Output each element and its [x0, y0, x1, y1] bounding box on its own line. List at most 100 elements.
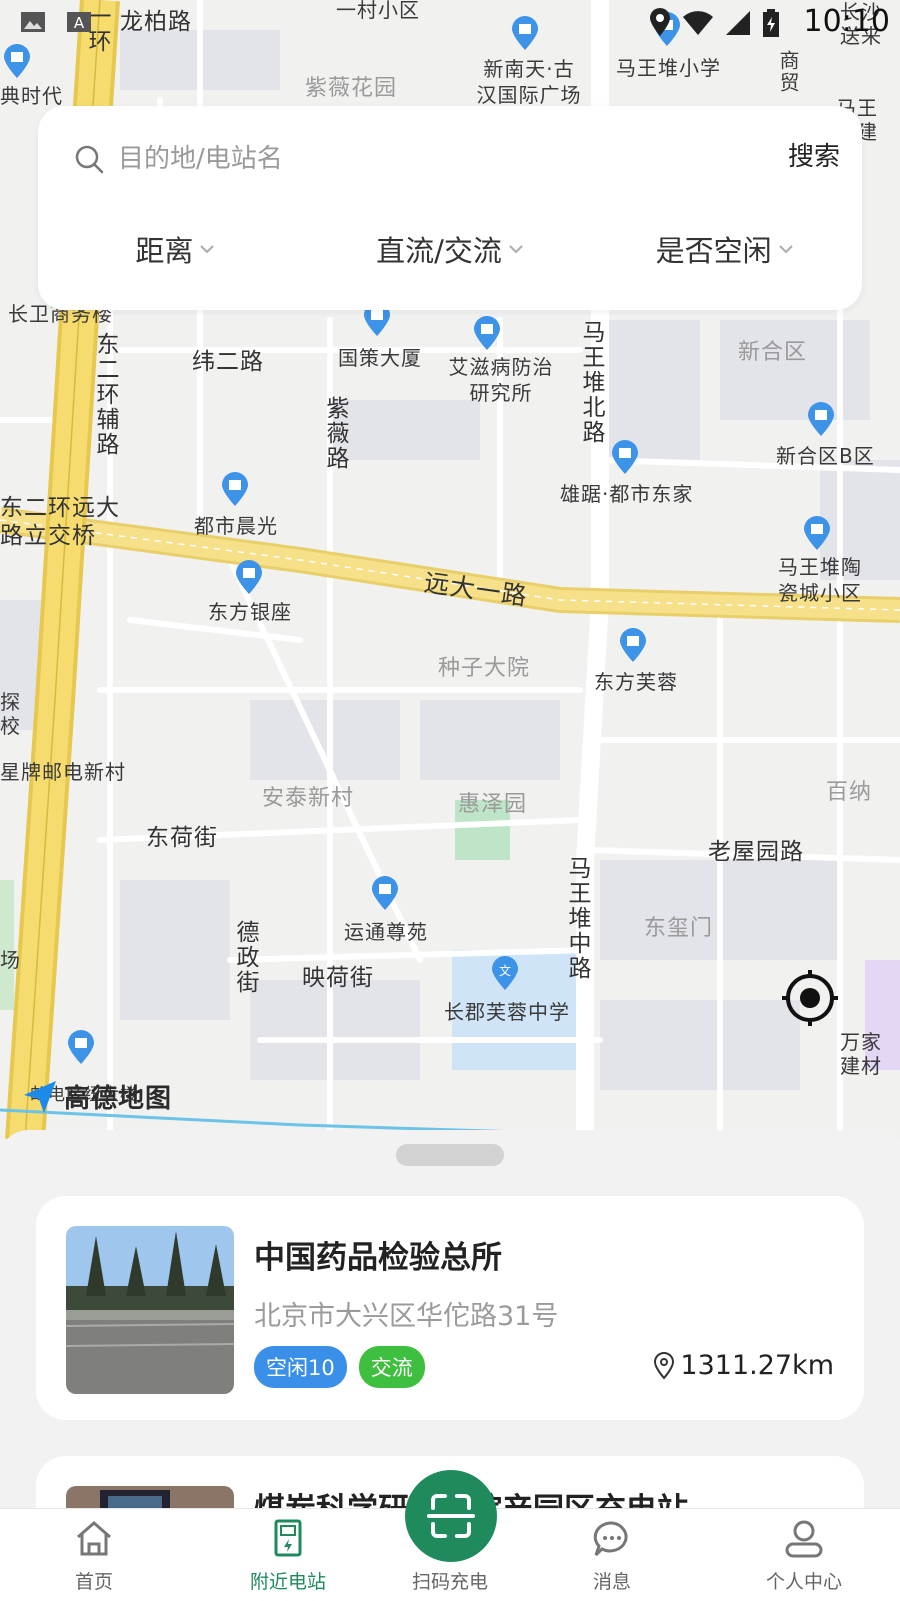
charge-type-badge: 交流 [358, 1346, 425, 1388]
image-notification-icon [21, 12, 45, 32]
search-card: 搜索 距离 直流/交流 是否空闲 [38, 106, 862, 310]
status-bar: A 10:10 [0, 0, 900, 44]
poi-pin-icon[interactable] [472, 316, 502, 352]
tab-home[interactable]: 首页 [34, 1509, 154, 1594]
area-label: 种子大院 [438, 656, 531, 681]
tab-label: 扫码充电 [411, 1571, 488, 1593]
poi-pin-icon[interactable] [66, 1030, 96, 1066]
area-label: 东玺门 [644, 916, 714, 941]
poi-pin-icon[interactable] [370, 876, 400, 912]
chevron-down-icon [200, 245, 215, 254]
poi-pin-icon[interactable] [2, 44, 32, 80]
charging-station-icon [274, 1519, 302, 1557]
poi-pin-icon[interactable]: 文 [490, 956, 520, 992]
scan-icon [427, 1494, 475, 1538]
search-bar[interactable] [74, 134, 834, 184]
tab-messages[interactable]: 消息 [552, 1509, 672, 1594]
poi-pin-icon[interactable] [802, 516, 832, 552]
poi-label: 新南天·古汉国际广场 [476, 57, 582, 107]
road-label: 马王堆北路 [578, 320, 604, 445]
road-label: 东荷街 [146, 825, 218, 851]
amap-logo: 高德地图 [22, 1078, 172, 1115]
road-label: 东二环远大路立交桥 [0, 495, 120, 549]
filter-bar: 距离 直流/交流 是否空闲 [38, 228, 862, 270]
svg-text:文: 文 [499, 963, 511, 978]
station-address: 北京市大兴区华佗路31号 [254, 1301, 559, 1332]
poi-pin-icon[interactable] [806, 402, 836, 438]
search-button[interactable]: 搜索 [788, 136, 840, 173]
signal-icon [726, 11, 750, 35]
poi-label: 长郡芙蓉中学 [444, 1000, 570, 1024]
filter-availability[interactable]: 是否空闲 [587, 228, 862, 270]
filter-label: 是否空闲 [655, 234, 772, 268]
poi-pin-icon[interactable] [234, 560, 264, 596]
area-label: 紫薇花园 [305, 76, 398, 101]
filter-dc-ac[interactable]: 直流/交流 [313, 228, 588, 270]
poi-label: 东方银座 [208, 600, 292, 624]
tab-label: 个人中心 [765, 1571, 842, 1593]
poi-label: 运通尊苑 [344, 920, 428, 944]
battery-icon [763, 9, 779, 37]
station-photo [66, 1226, 234, 1394]
chevron-down-icon [509, 245, 523, 254]
filter-label: 距离 [135, 234, 194, 268]
idle-count-badge: 空闲10 [254, 1346, 347, 1388]
svg-text:A: A [74, 14, 85, 32]
area-label: 新合区 [738, 340, 808, 365]
tab-profile[interactable]: 个人中心 [744, 1509, 864, 1594]
poi-label: 马王堆小学 [616, 56, 721, 80]
poi-pin-icon[interactable] [220, 472, 250, 508]
chevron-down-icon [778, 245, 793, 254]
wifi-icon [683, 11, 713, 36]
poi-label: 国策大厦 [338, 346, 422, 370]
tab-label: 附近电站 [249, 1571, 326, 1593]
text-notification-icon: A [67, 12, 91, 32]
amap-arrow-icon [24, 1080, 56, 1113]
station-tags: 空闲10 交流 [254, 1346, 425, 1388]
station-card[interactable]: 中国药品检验总所 北京市大兴区华佗路31号 空闲10 交流 1311.27km [36, 1196, 864, 1420]
poi-label: 马王堆陶瓷城小区 [778, 555, 862, 605]
station-list-sheet: 中国药品检验总所 北京市大兴区华佗路31号 空闲10 交流 1311.27km … [0, 1130, 900, 1576]
road-label: 紫薇路 [322, 396, 348, 471]
poi-label: 万家建材 [840, 1030, 882, 1078]
poi-pin-icon[interactable] [618, 628, 648, 664]
home-icon [77, 1521, 111, 1556]
poi-label: 新合区B区 [776, 444, 875, 468]
area-label: 惠泽园 [458, 792, 528, 817]
location-pin-icon [654, 1351, 675, 1379]
amap-logo-text: 高德地图 [64, 1084, 173, 1114]
station-distance: 1311.27km [652, 1350, 834, 1381]
poi-label: 艾滋病防治研究所 [448, 355, 554, 405]
road-label: 东二环辅路 [92, 332, 118, 457]
search-icon [75, 145, 104, 174]
poi-label: 都市晨光 [194, 514, 278, 538]
user-icon [785, 1520, 823, 1558]
station-name: 中国药品检验总所 [254, 1240, 502, 1276]
area-label: 商贸 [776, 50, 800, 94]
search-input[interactable] [116, 143, 740, 175]
scan-charge-button[interactable] [405, 1470, 497, 1562]
filter-distance[interactable]: 距离 [38, 228, 313, 270]
poi-label: 星牌邮电新村 [0, 760, 126, 784]
road-label: 马王堆中路 [564, 856, 590, 981]
poi-label: 场 [0, 948, 21, 972]
status-time: 10:10 [803, 4, 890, 39]
tab-label: 首页 [74, 1571, 113, 1593]
road-label: 纬二路 [192, 349, 264, 375]
poi-label: 东方芙蓉 [594, 670, 678, 694]
road-label: 老屋园路 [708, 839, 804, 865]
tab-nearby-stations[interactable]: 附近电站 [228, 1509, 348, 1594]
sheet-drag-handle[interactable] [396, 1144, 504, 1166]
poi-pin-icon[interactable] [610, 440, 640, 476]
tab-label: 消息 [592, 1571, 631, 1593]
distance-value: 1311.27km [680, 1350, 834, 1381]
poi-label: 雄踞·都市东家 [560, 482, 694, 506]
road-label: 德政街 [232, 920, 258, 995]
poi-label: 典时代 [0, 84, 63, 108]
poi-label: 探校 [0, 690, 21, 738]
area-label: 百纳 [826, 780, 873, 805]
locate-button[interactable] [780, 968, 840, 1028]
location-status-icon [650, 8, 670, 36]
road-label: 映荷街 [302, 965, 374, 991]
locate-icon [782, 970, 838, 1026]
